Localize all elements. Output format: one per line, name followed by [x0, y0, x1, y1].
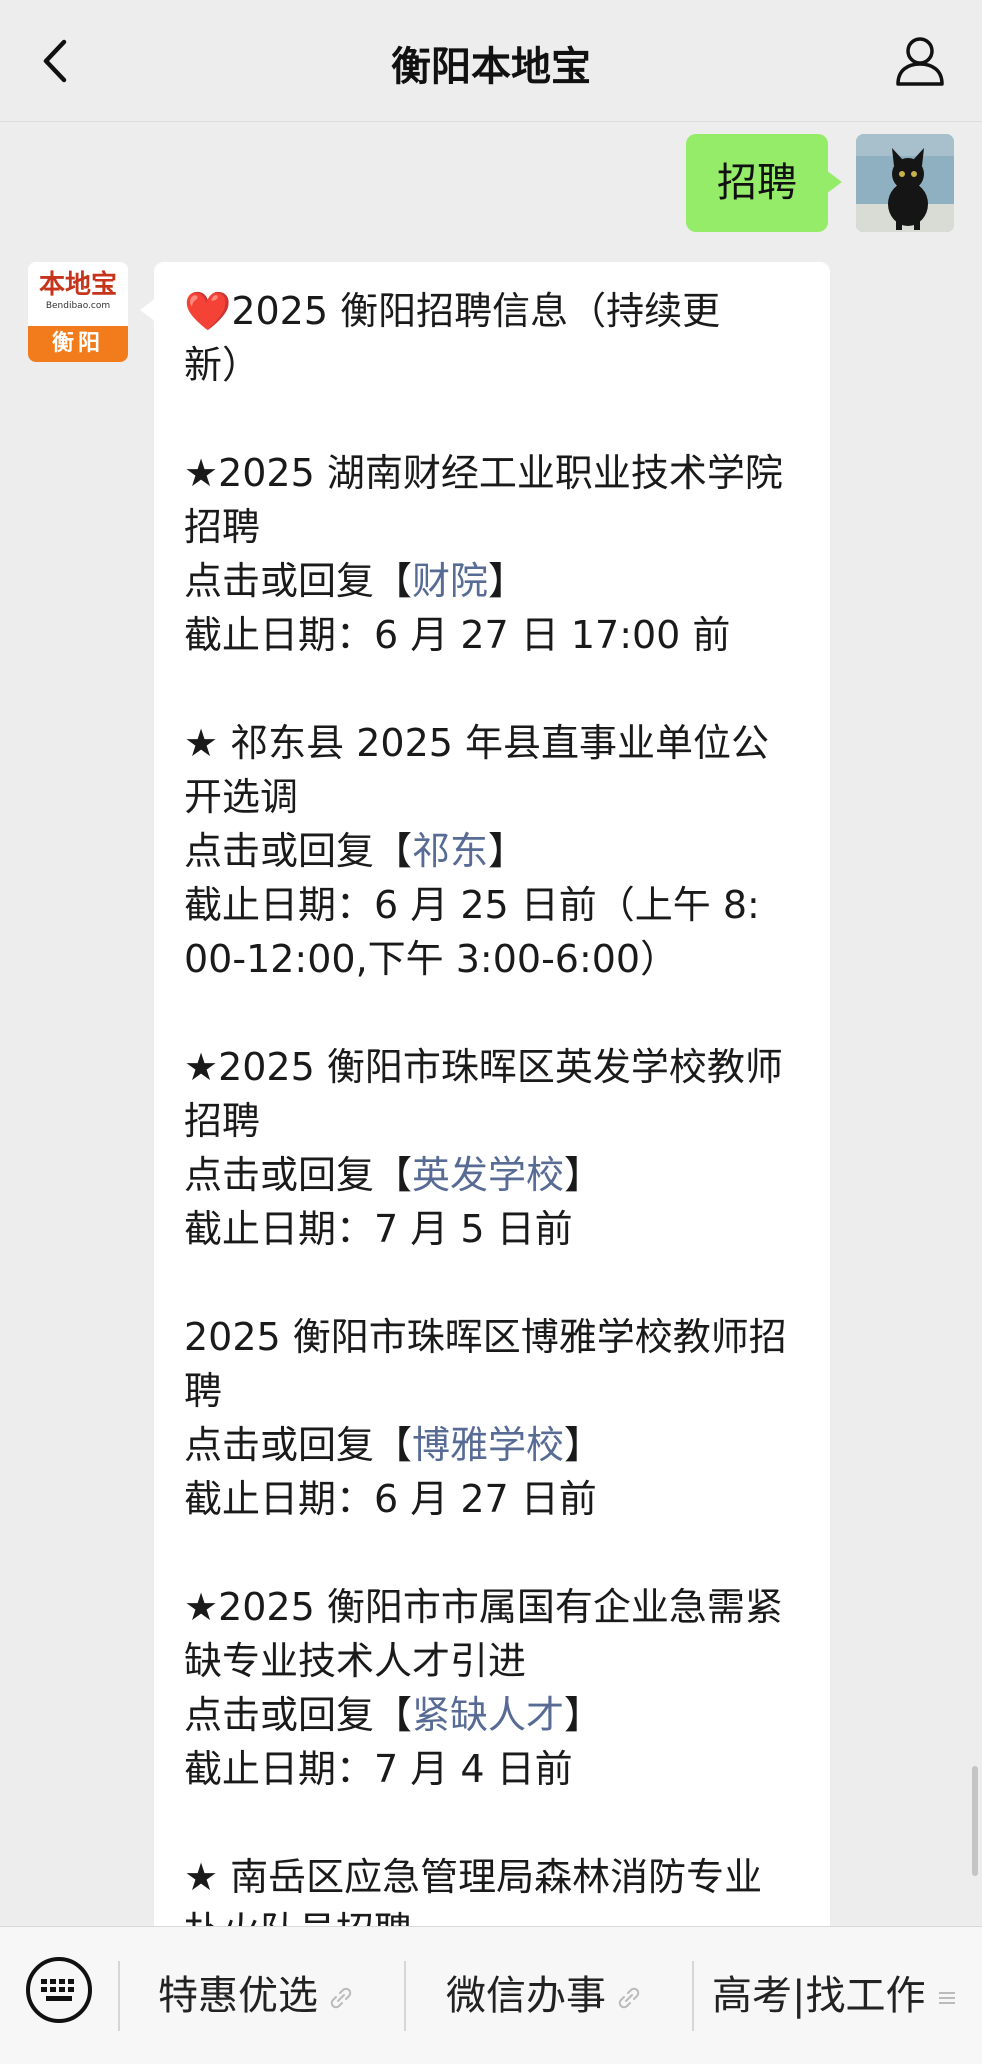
- job-title: ★2025 衡阳市市属国有企业急需紧: [184, 1585, 783, 1629]
- link-icon: [618, 1987, 640, 2009]
- menu-item-deals[interactable]: 特惠优选: [158, 1965, 354, 2027]
- message-title-cont: 新）: [184, 343, 261, 387]
- job-action: 点击或回复【财院】: [184, 559, 527, 603]
- menu-divider: [692, 1961, 694, 2031]
- menu-item-wechat-services[interactable]: 微信办事: [446, 1965, 642, 2027]
- page-title: 衡阳本地宝: [391, 44, 591, 90]
- job-title: ★2025 湖南财经工业职业技术学院: [184, 451, 783, 495]
- logo-sub-text: Bendibao.com: [45, 301, 111, 311]
- job-deadline-cont: 00-12:00,下午 3:00-6:00）: [184, 937, 679, 981]
- keyword-link[interactable]: 紧缺人才: [412, 1693, 564, 1737]
- job-title-cont: 招聘: [184, 505, 261, 549]
- profile-icon[interactable]: [894, 34, 946, 88]
- keyword-link[interactable]: 英发学校: [412, 1153, 564, 1197]
- scrollbar[interactable]: [972, 1766, 978, 1876]
- job-title: ★ 南岳区应急管理局森林消防专业: [184, 1855, 763, 1899]
- menu-item-exam-jobs[interactable]: 高考|找工作: [712, 1965, 957, 2027]
- keyword-link[interactable]: 祁东: [412, 829, 488, 873]
- job-action: 点击或回复【祁东】: [184, 829, 527, 873]
- job-title: 2025 衡阳市珠晖区博雅学校教师招: [184, 1315, 787, 1359]
- logo-main-text: 本地宝: [38, 270, 117, 300]
- outgoing-message-text: 招聘: [717, 160, 797, 206]
- bottom-menu-bar: 特惠优选 微信办事 高考|找工作: [0, 1926, 982, 2064]
- job-deadline: 截止日期：7 月 4 日前: [184, 1747, 573, 1791]
- job-action: 点击或回复【博雅学校】: [184, 1423, 603, 1467]
- logo-city-text: 衡阳: [28, 326, 128, 362]
- keyword-link[interactable]: 财院: [412, 559, 488, 603]
- job-title-cont: 缺专业技术人才引进: [184, 1639, 527, 1683]
- menu-divider: [118, 1961, 120, 2031]
- menu-list-icon: [939, 1992, 956, 2004]
- message-title: ❤️2025 衡阳招聘信息（持续更: [184, 289, 721, 333]
- job-deadline: 截止日期：7 月 5 日前: [184, 1207, 573, 1251]
- job-title-cont: 聘: [184, 1369, 223, 1413]
- heart-icon: ❤️: [184, 289, 232, 333]
- job-title-cont: 开选调: [184, 775, 299, 819]
- keyword-link[interactable]: 博雅学校: [412, 1423, 564, 1467]
- keyboard-icon[interactable]: [24, 1955, 94, 2025]
- job-action: 点击或回复【英发学校】: [184, 1153, 603, 1197]
- link-icon: [330, 1987, 352, 2009]
- job-title-cont: 招聘: [184, 1099, 261, 1143]
- menu-divider: [404, 1961, 406, 2031]
- incoming-message-bubble: ❤️2025 衡阳招聘信息（持续更 新） ★2025 湖南财经工业职业技术学院 …: [154, 262, 830, 1942]
- sender-avatar[interactable]: 本地宝 Bendibao.com 衡阳: [28, 262, 128, 362]
- job-action: 点击或回复【紧缺人才】: [184, 1693, 603, 1737]
- job-deadline: 截止日期：6 月 27 日 17:00 前: [184, 613, 731, 657]
- outgoing-message-bubble[interactable]: 招聘: [686, 134, 842, 232]
- job-deadline: 截止日期：6 月 27 日前: [184, 1477, 597, 1521]
- logo-top: 本地宝 Bendibao.com: [28, 262, 128, 326]
- job-title: ★ 祁东县 2025 年县直事业单位公: [184, 721, 770, 765]
- top-bar: 衡阳本地宝: [0, 0, 982, 122]
- cat-avatar-image: [856, 134, 954, 232]
- job-deadline: 截止日期：6 月 25 日前（上午 8:: [184, 883, 760, 927]
- my-avatar[interactable]: [856, 134, 954, 232]
- job-title: ★2025 衡阳市珠晖区英发学校教师: [184, 1045, 783, 1089]
